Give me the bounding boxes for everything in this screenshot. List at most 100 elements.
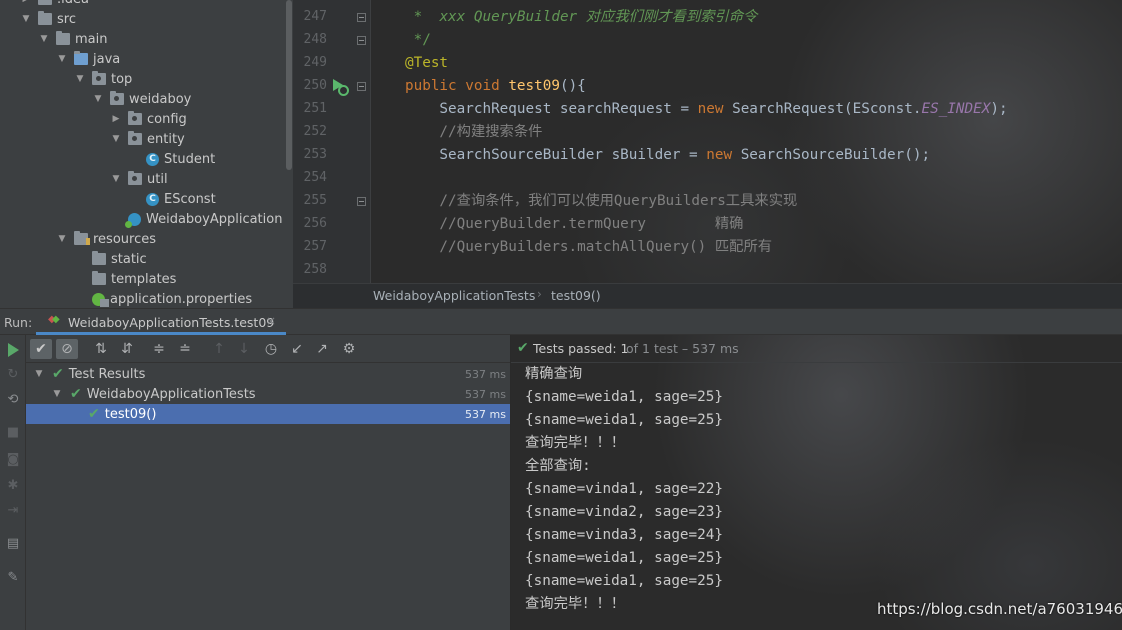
console-line[interactable]: {sname=weida1, sage=25}	[525, 547, 723, 570]
exit-icon[interactable]: ⇥	[5, 503, 21, 519]
tree-item[interactable]: C Student	[0, 149, 293, 169]
console-line[interactable]: {sname=weida1, sage=25}	[525, 386, 723, 409]
close-icon[interactable]: ×	[266, 314, 276, 328]
code-line[interactable]: */	[405, 29, 431, 52]
expand-all-icon[interactable]: ≑	[148, 339, 170, 359]
test-result-row[interactable]: ▼ ✔ WeidaboyApplicationTests 537 ms	[26, 384, 510, 404]
test-result-row[interactable]: ✔ test09() 537 ms	[26, 404, 510, 424]
code-line[interactable]: //查询条件，我们可以使用QueryBuilders工具来实现	[405, 190, 797, 213]
layout-icon[interactable]: ▤	[5, 536, 21, 552]
console-line[interactable]: {sname=weida1, sage=25}	[525, 409, 723, 432]
breadcrumb-class[interactable]: WeidaboyApplicationTests	[373, 288, 535, 303]
project-tree[interactable]: ▶ .idea ▼ src ▼ main ▼ java ▼ top ▼ weidaboy ▶ config…	[0, 0, 293, 308]
test-results-tree[interactable]: ▼ ✔ Test Results 537 ms ▼ ✔ WeidaboyApplicatio…	[26, 363, 510, 630]
fold-icon[interactable]	[357, 36, 366, 45]
tree-item[interactable]: ▼ resources	[0, 229, 293, 249]
console-output[interactable]: ✔ Tests passed: 1 of 1 test – 537 ms 精确查…	[511, 335, 1122, 630]
next-failed-icon[interactable]: ↓	[233, 339, 255, 359]
stop-icon[interactable]: ■	[5, 425, 21, 441]
code-line[interactable]: //QueryBuilder.termQuery 精确	[405, 213, 743, 236]
breadcrumb-method[interactable]: test09()	[551, 288, 601, 303]
code-line[interactable]: SearchRequest searchRequest = new Search…	[405, 98, 1007, 121]
tree-item[interactable]: ▼ weidaboy	[0, 89, 293, 109]
run-tab[interactable]: WeidaboyApplicationTests.test09 ×	[36, 309, 286, 335]
tree-item[interactable]: ▼ java	[0, 49, 293, 69]
tree-item[interactable]: ▼ util	[0, 169, 293, 189]
tree-item[interactable]: C ESconst	[0, 189, 293, 209]
pin-icon[interactable]: ✎	[5, 570, 21, 586]
code-line[interactable]: SearchSourceBuilder sBuilder = new Searc…	[405, 144, 930, 167]
line-number: 252	[303, 124, 327, 139]
chevron-down-icon[interactable]: ▼	[50, 389, 64, 399]
toggle-auto-test-icon[interactable]: ⟲	[5, 392, 21, 408]
chevron-down-icon[interactable]: ▼	[20, 14, 32, 24]
chevron-down-icon[interactable]: ▼	[56, 54, 68, 64]
tree-item[interactable]: ▶ config	[0, 109, 293, 129]
project-tree-scrollbar[interactable]	[284, 0, 293, 308]
console-line[interactable]: 精确查询	[525, 363, 582, 386]
chevron-down-icon[interactable]: ▼	[32, 369, 46, 379]
class-icon: C	[146, 152, 159, 166]
code-line[interactable]: //构建搜索条件	[405, 121, 542, 144]
tree-item[interactable]: ▼ main	[0, 29, 293, 49]
tree-item[interactable]: ▼ src	[0, 9, 293, 29]
code-line[interactable]: @Test	[405, 52, 448, 75]
tree-item[interactable]: application.properties	[0, 289, 293, 308]
fold-icon[interactable]	[357, 197, 366, 206]
chevron-down-icon[interactable]: ▼	[110, 174, 122, 184]
test-result-row[interactable]: ▼ ✔ Test Results 537 ms	[26, 364, 510, 384]
folder-icon	[92, 251, 106, 265]
run-test-icon[interactable]	[331, 79, 349, 96]
package-icon	[128, 111, 142, 125]
chevron-down-icon[interactable]: ▼	[92, 94, 104, 104]
tree-item[interactable]: WeidaboyApplication	[0, 209, 293, 229]
fold-icon[interactable]	[357, 13, 366, 22]
code-line[interactable]: //QueryBuilders.matchAllQuery() 匹配所有	[405, 236, 772, 259]
collapse-all-icon[interactable]: ≐	[174, 339, 196, 359]
chevron-down-icon[interactable]: ▼	[110, 134, 122, 144]
tree-item[interactable]: ▼ entity	[0, 129, 293, 149]
breadcrumb: WeidaboyApplicationTests › test09()	[293, 283, 1122, 308]
block-icon[interactable]: ⊘	[56, 339, 78, 359]
chevron-down-icon[interactable]: ▼	[38, 34, 50, 44]
chevron-right-icon[interactable]: ▶	[20, 0, 32, 4]
sort-duration-icon[interactable]: ⇵	[116, 339, 138, 359]
camera-icon[interactable]: ◙	[5, 452, 21, 468]
code-line[interactable]: public void test09(){	[405, 75, 586, 98]
properties-file-icon	[92, 292, 109, 307]
run-icon[interactable]	[8, 343, 19, 357]
tree-item-label: util	[147, 171, 168, 187]
tree-item[interactable]: ▼ top	[0, 69, 293, 89]
console-line[interactable]: {sname=weida1, sage=25}	[525, 570, 723, 593]
scrollbar-thumb[interactable]	[286, 0, 292, 170]
settings-icon[interactable]: ⚙	[338, 339, 360, 359]
import-icon[interactable]: ↙	[286, 339, 308, 359]
fold-icon[interactable]	[357, 82, 366, 91]
tree-item-label: top	[111, 71, 133, 87]
code-token: xxx QueryBuilder 对应我们刚才看到索引命令	[439, 9, 758, 25]
code-line[interactable]: * xxx QueryBuilder 对应我们刚才看到索引命令	[405, 6, 758, 29]
code-editor[interactable]: 247 248 249 250 251 252 253 254 255 256 257 258 * x…	[293, 0, 1122, 283]
rerun-failed-icon[interactable]: ↻	[5, 367, 21, 383]
check-icon[interactable]: ✔	[30, 339, 52, 359]
console-line[interactable]: {sname=vinda2, sage=23}	[525, 501, 723, 524]
chevron-down-icon[interactable]: ▼	[74, 74, 86, 84]
package-icon	[128, 171, 142, 185]
export-icon[interactable]: ↗	[311, 339, 333, 359]
console-line[interactable]: 查询完毕！！！	[525, 432, 625, 455]
tree-item[interactable]: templates	[0, 269, 293, 289]
prev-failed-icon[interactable]: ↑	[208, 339, 230, 359]
code-token: ES_INDEX	[921, 101, 991, 117]
tree-item[interactable]: ▶ .idea	[0, 0, 293, 9]
debug-icon[interactable]: ✱	[5, 478, 21, 494]
chevron-down-icon[interactable]: ▼	[56, 234, 68, 244]
sort-alpha-icon[interactable]: ⇅	[90, 339, 112, 359]
tree-item[interactable]: static	[0, 249, 293, 269]
console-line[interactable]: {sname=vinda3, sage=24}	[525, 524, 723, 547]
history-icon[interactable]: ◷	[260, 339, 282, 359]
line-number: 247	[303, 9, 327, 24]
console-line[interactable]: {sname=vinda1, sage=22}	[525, 478, 723, 501]
chevron-right-icon[interactable]: ▶	[110, 114, 122, 124]
console-line[interactable]: 全部查询:	[525, 455, 591, 478]
console-line[interactable]: 查询完毕！！！	[525, 593, 625, 616]
